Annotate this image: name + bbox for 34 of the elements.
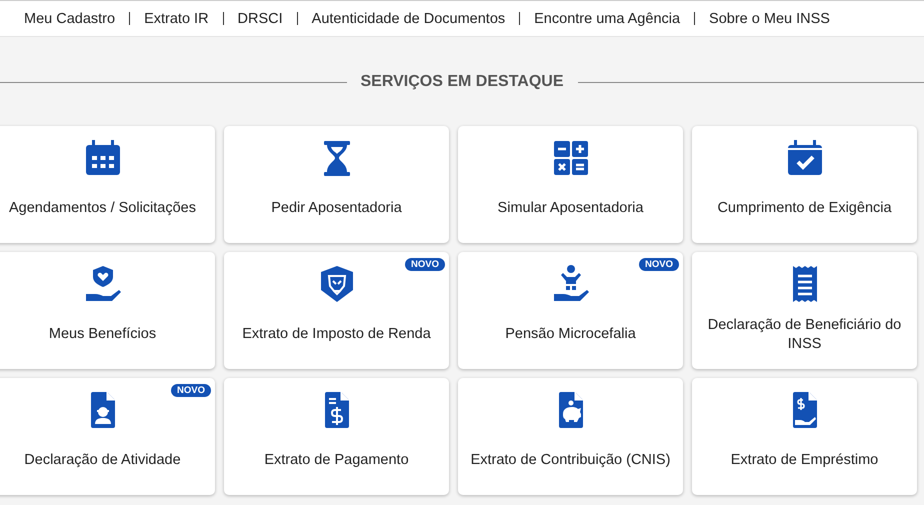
- service-label: Meus Benefícios: [48, 325, 156, 344]
- service-card[interactable]: NOVO Pensão Microcefalia: [458, 252, 683, 369]
- service-card[interactable]: NOVO Extrato de Imposto de Renda: [224, 252, 449, 369]
- service-label: Simular Aposentadoria: [498, 199, 644, 218]
- service-card[interactable]: Extrato de Empréstimo: [692, 378, 917, 495]
- service-card[interactable]: Pedir Aposentadoria: [224, 126, 449, 243]
- service-card[interactable]: Extrato de Contribuição (CNIS): [458, 378, 683, 495]
- service-card[interactable]: Meus Benefícios: [0, 252, 215, 369]
- nav-link[interactable]: Sobre o Meu INSS: [709, 10, 830, 26]
- service-card[interactable]: NOVO Declaração de Atividade: [0, 378, 215, 495]
- service-label: Extrato de Empréstimo: [730, 451, 878, 470]
- service-card[interactable]: Declaração de Beneficiário do INSS: [692, 252, 917, 369]
- service-label: Extrato de Imposto de Renda: [242, 325, 431, 344]
- service-card[interactable]: Extrato de Pagamento: [224, 378, 449, 495]
- service-label: Cumprimento de Exigência: [717, 199, 892, 218]
- service-label: Declaração de Beneficiário do INSS: [706, 316, 902, 354]
- nav-link[interactable]: Meu Cadastro: [24, 10, 116, 26]
- new-badge: NOVO: [639, 258, 679, 271]
- section-title: SERVIÇOS EM DESTAQUE: [360, 73, 564, 91]
- service-label: Pedir Aposentadoria: [271, 199, 402, 218]
- nav-link[interactable]: Extrato IR: [144, 10, 209, 26]
- service-label: Pensão Microcefalia: [505, 325, 636, 344]
- service-card[interactable]: Simular Aposentadoria: [458, 126, 683, 243]
- new-badge: NOVO: [171, 384, 211, 397]
- nav-link[interactable]: DRSCI: [238, 10, 283, 26]
- new-badge: NOVO: [405, 258, 445, 271]
- service-label: Extrato de Contribuição (CNIS): [470, 451, 670, 470]
- service-label: Declaração de Atividade: [24, 451, 181, 470]
- service-label: Agendamentos / Solicitações: [9, 199, 196, 218]
- service-label: Extrato de Pagamento: [264, 451, 409, 470]
- nav-link[interactable]: Encontre uma Agência: [534, 10, 680, 26]
- nav-link[interactable]: Autenticidade de Documentos: [312, 10, 506, 26]
- service-card[interactable]: Cumprimento de Exigência: [692, 126, 917, 243]
- service-card[interactable]: Agendamentos / Solicitações: [0, 126, 215, 243]
